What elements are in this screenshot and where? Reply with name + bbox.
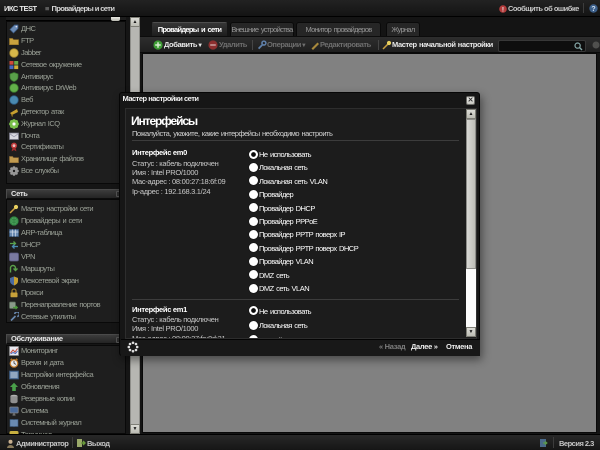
svg-text:!: ! xyxy=(502,7,504,13)
svg-text:?: ? xyxy=(591,6,595,13)
